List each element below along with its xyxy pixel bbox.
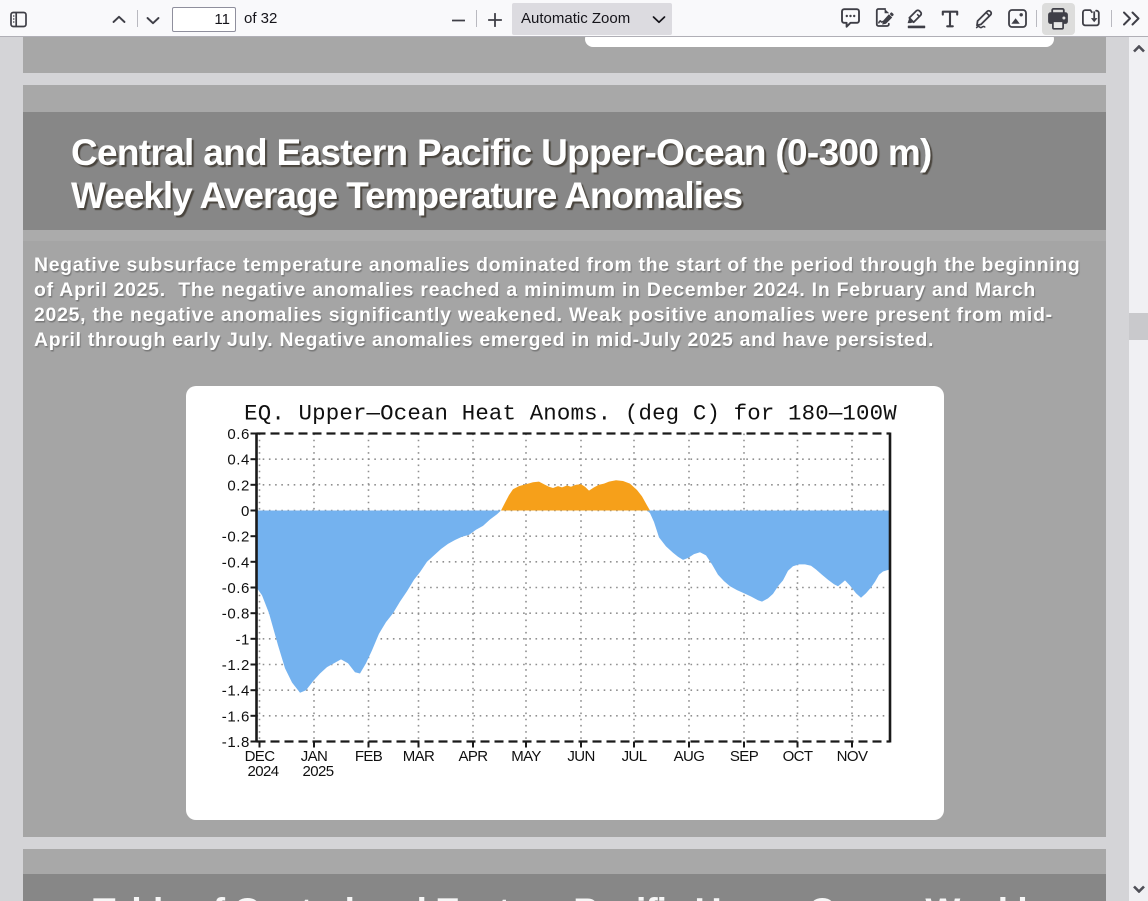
svg-text:-0.4: -0.4 [222, 554, 250, 571]
svg-text:0: 0 [241, 503, 250, 520]
svg-text:MAY: MAY [511, 748, 541, 765]
svg-text:OCT: OCT [783, 748, 813, 765]
svg-text:0.2: 0.2 [227, 477, 250, 494]
svg-text:NOV: NOV [837, 748, 868, 765]
svg-text:0.4: 0.4 [227, 452, 250, 469]
svg-text:JUN: JUN [567, 748, 594, 765]
svg-text:-0.6: -0.6 [222, 580, 250, 597]
svg-text:2024: 2024 [248, 763, 279, 780]
svg-text:-1.4: -1.4 [222, 683, 250, 700]
svg-text:FEB: FEB [355, 748, 383, 765]
svg-text:0.6: 0.6 [227, 426, 250, 443]
svg-text:-1.2: -1.2 [222, 657, 250, 674]
svg-text:-1.6: -1.6 [222, 708, 250, 725]
svg-text:2025: 2025 [303, 763, 334, 780]
svg-text:SEP: SEP [730, 748, 759, 765]
svg-text:JUL: JUL [622, 748, 647, 765]
svg-text:-0.2: -0.2 [222, 529, 250, 546]
svg-text:AUG: AUG [674, 748, 705, 765]
svg-text:-0.8: -0.8 [222, 606, 250, 623]
svg-text:-1: -1 [235, 631, 250, 648]
svg-text:EQ. Upper—Ocean Heat Anoms. (d: EQ. Upper—Ocean Heat Anoms. (deg C) for … [244, 401, 897, 427]
svg-text:APR: APR [458, 748, 488, 765]
svg-text:MAR: MAR [403, 748, 435, 765]
